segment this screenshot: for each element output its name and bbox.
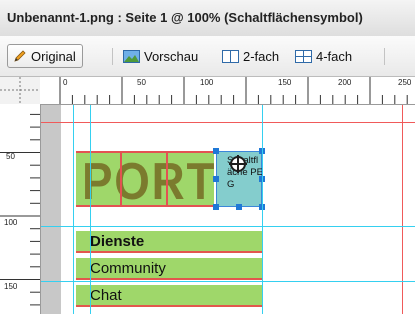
ruler-label: 100: [4, 218, 18, 227]
two-up-icon: [222, 49, 239, 63]
move-cursor-icon: [229, 155, 247, 173]
tab-original-label: Original: [31, 48, 76, 64]
pencil-icon: [14, 50, 26, 62]
tab-four-up-label: 4-fach: [316, 48, 353, 64]
canvas-edge-line: [402, 105, 403, 314]
selection-handle[interactable]: [213, 204, 219, 210]
canvas-edge-line: [41, 122, 415, 123]
ruler-label: 50: [6, 152, 15, 161]
slice-border: [76, 151, 214, 153]
ruler-label: 200: [338, 78, 352, 87]
view-tab-bar: Original Vorschau 2-fach 4-fach: [0, 36, 415, 77]
tab-two-up-label: 2-fach: [243, 48, 280, 64]
preview-icon: [123, 49, 140, 63]
tab-four-up[interactable]: 4-fach: [295, 44, 352, 68]
ruler-label: 50: [137, 78, 146, 87]
window-title-bar: Unbenannt-1.png : Seite 1 @ 100% (Schalt…: [0, 0, 415, 37]
guide-line[interactable]: [41, 226, 415, 227]
tab-separator: [112, 48, 113, 65]
window-title: Unbenannt-1.png : Seite 1 @ 100% (Schalt…: [7, 10, 363, 25]
guide-line[interactable]: [262, 105, 263, 314]
tab-preview-label: Vorschau: [144, 48, 199, 64]
guide-line[interactable]: [41, 281, 415, 282]
tab-separator: [384, 48, 385, 65]
tab-two-up[interactable]: 2-fach: [222, 44, 279, 68]
banner-slice[interactable]: PORTA: [76, 151, 214, 207]
slice-border: [76, 205, 214, 207]
vertical-ruler[interactable]: 50 100 150: [0, 104, 41, 314]
menu-slice[interactable]: Community: [76, 258, 262, 280]
ruler-label: 150: [278, 78, 292, 87]
four-up-icon: [295, 49, 312, 63]
ruler-origin-icon: [0, 77, 40, 104]
slice-divider: [120, 151, 122, 207]
tab-preview[interactable]: Vorschau: [123, 44, 198, 68]
guide-line[interactable]: [90, 105, 91, 314]
menu-item-label: Chat: [90, 287, 122, 304]
menu-slice[interactable]: Dienste: [76, 231, 262, 253]
pasteboard-margin: [41, 105, 61, 314]
tab-original[interactable]: Original: [7, 44, 83, 68]
horizontal-ruler[interactable]: 0 50 100 150 200 250: [40, 77, 415, 105]
banner-text: PORTA: [82, 153, 214, 207]
document-canvas[interactable]: PORTA Schaltfläche PEG Dienste Community…: [41, 105, 415, 314]
selection-handle[interactable]: [213, 176, 219, 182]
slice-divider: [166, 151, 168, 207]
ruler-label: 250: [398, 78, 412, 87]
ruler-corner[interactable]: [0, 77, 41, 105]
guide-line[interactable]: [73, 105, 74, 314]
menu-slice[interactable]: Chat: [76, 285, 262, 307]
selection-handle[interactable]: [236, 204, 242, 210]
ruler-label: 150: [4, 282, 18, 291]
ruler-label: 0: [63, 78, 68, 87]
menu-item-label: Dienste: [90, 233, 145, 250]
ruler-ticks: [59, 77, 408, 104]
selection-handle[interactable]: [213, 148, 219, 154]
menu-item-label: Community: [90, 260, 166, 277]
ruler-label: 100: [200, 78, 214, 87]
